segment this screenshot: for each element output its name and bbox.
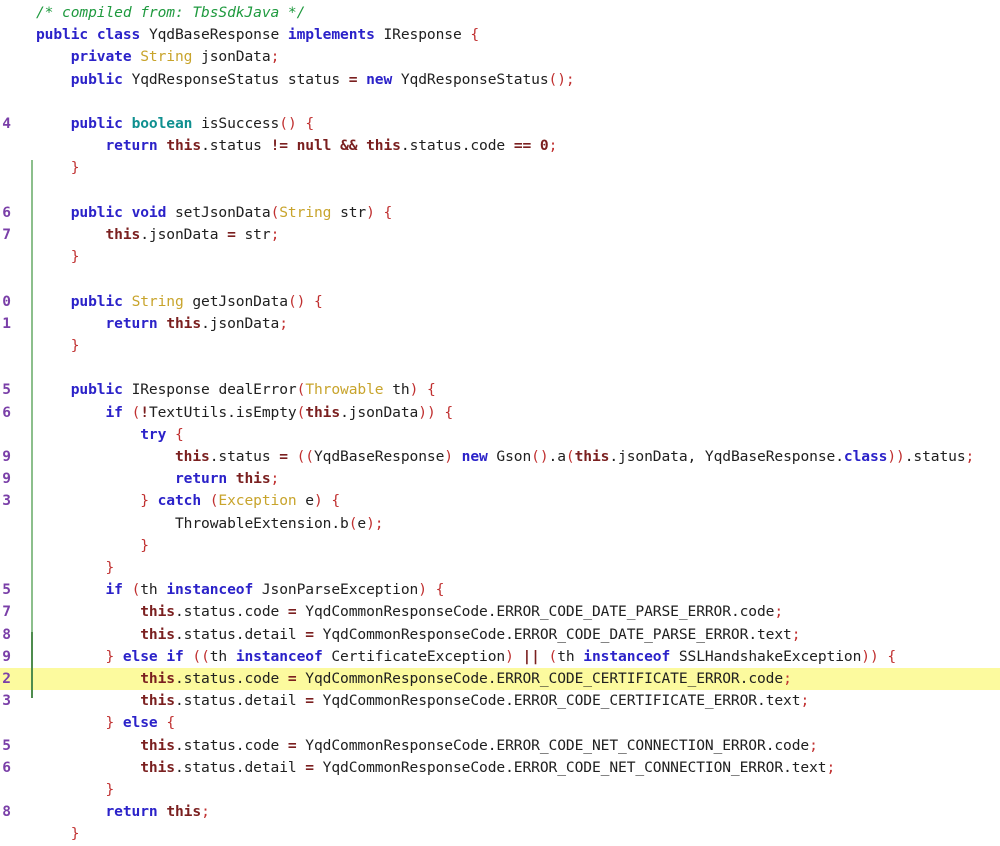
code-line[interactable]: [0, 268, 1000, 290]
code-line[interactable]: return this.status != null && this.statu…: [0, 135, 1000, 157]
code-line[interactable]: this.status.detail = YqdCommonResponseCo…: [0, 757, 1000, 779]
code-line[interactable]: try {: [0, 424, 1000, 446]
code-line[interactable]: }: [0, 246, 1000, 268]
code-line[interactable]: private String jsonData;: [0, 46, 1000, 68]
code-line[interactable]: return this.jsonData;: [0, 313, 1000, 335]
code-line[interactable]: this.status.code = YqdCommonResponseCode…: [0, 735, 1000, 757]
code-line[interactable]: }: [0, 779, 1000, 801]
code-viewer[interactable]: 4670156993578923568 /* compiled from: Tb…: [0, 0, 1000, 842]
code-line-highlighted[interactable]: this.status.code = YqdCommonResponseCode…: [0, 668, 1000, 691]
code-content[interactable]: /* compiled from: TbsSdkJava */public cl…: [0, 0, 1000, 842]
code-line[interactable]: if (!TextUtils.isEmpty(this.jsonData)) {: [0, 402, 1000, 424]
code-line[interactable]: }: [0, 557, 1000, 579]
code-line[interactable]: this.status.code = YqdCommonResponseCode…: [0, 601, 1000, 623]
code-line[interactable]: this.status.detail = YqdCommonResponseCo…: [0, 624, 1000, 646]
code-line[interactable]: public void setJsonData(String str) {: [0, 202, 1000, 224]
code-line[interactable]: } catch (Exception e) {: [0, 490, 1000, 512]
code-fold-guide-inner: [31, 632, 33, 698]
code-line[interactable]: if (th instanceof JsonParseException) {: [0, 579, 1000, 601]
code-line[interactable]: }: [0, 535, 1000, 557]
code-line[interactable]: this.status = ((YqdBaseResponse) new Gso…: [0, 446, 1000, 468]
code-line[interactable]: } else {: [0, 712, 1000, 734]
code-line[interactable]: public IResponse dealError(Throwable th)…: [0, 379, 1000, 401]
code-line[interactable]: /* compiled from: TbsSdkJava */: [0, 2, 1000, 24]
code-line[interactable]: [0, 91, 1000, 113]
code-line[interactable]: ThrowableExtension.b(e);: [0, 513, 1000, 535]
code-fold-guide-outer: [31, 160, 33, 698]
code-line[interactable]: this.jsonData = str;: [0, 224, 1000, 246]
code-line[interactable]: this.status.detail = YqdCommonResponseCo…: [0, 690, 1000, 712]
code-line[interactable]: public YqdResponseStatus status = new Yq…: [0, 69, 1000, 91]
code-line[interactable]: [0, 180, 1000, 202]
code-line[interactable]: [0, 357, 1000, 379]
code-line[interactable]: }: [0, 823, 1000, 845]
code-line[interactable]: }: [0, 157, 1000, 179]
code-line[interactable]: return this;: [0, 801, 1000, 823]
code-line[interactable]: return this;: [0, 468, 1000, 490]
code-line[interactable]: } else if ((th instanceof CertificateExc…: [0, 646, 1000, 668]
code-line[interactable]: public String getJsonData() {: [0, 291, 1000, 313]
code-line[interactable]: }: [0, 335, 1000, 357]
code-line[interactable]: public boolean isSuccess() {: [0, 113, 1000, 135]
code-line[interactable]: public class YqdBaseResponse implements …: [0, 24, 1000, 46]
